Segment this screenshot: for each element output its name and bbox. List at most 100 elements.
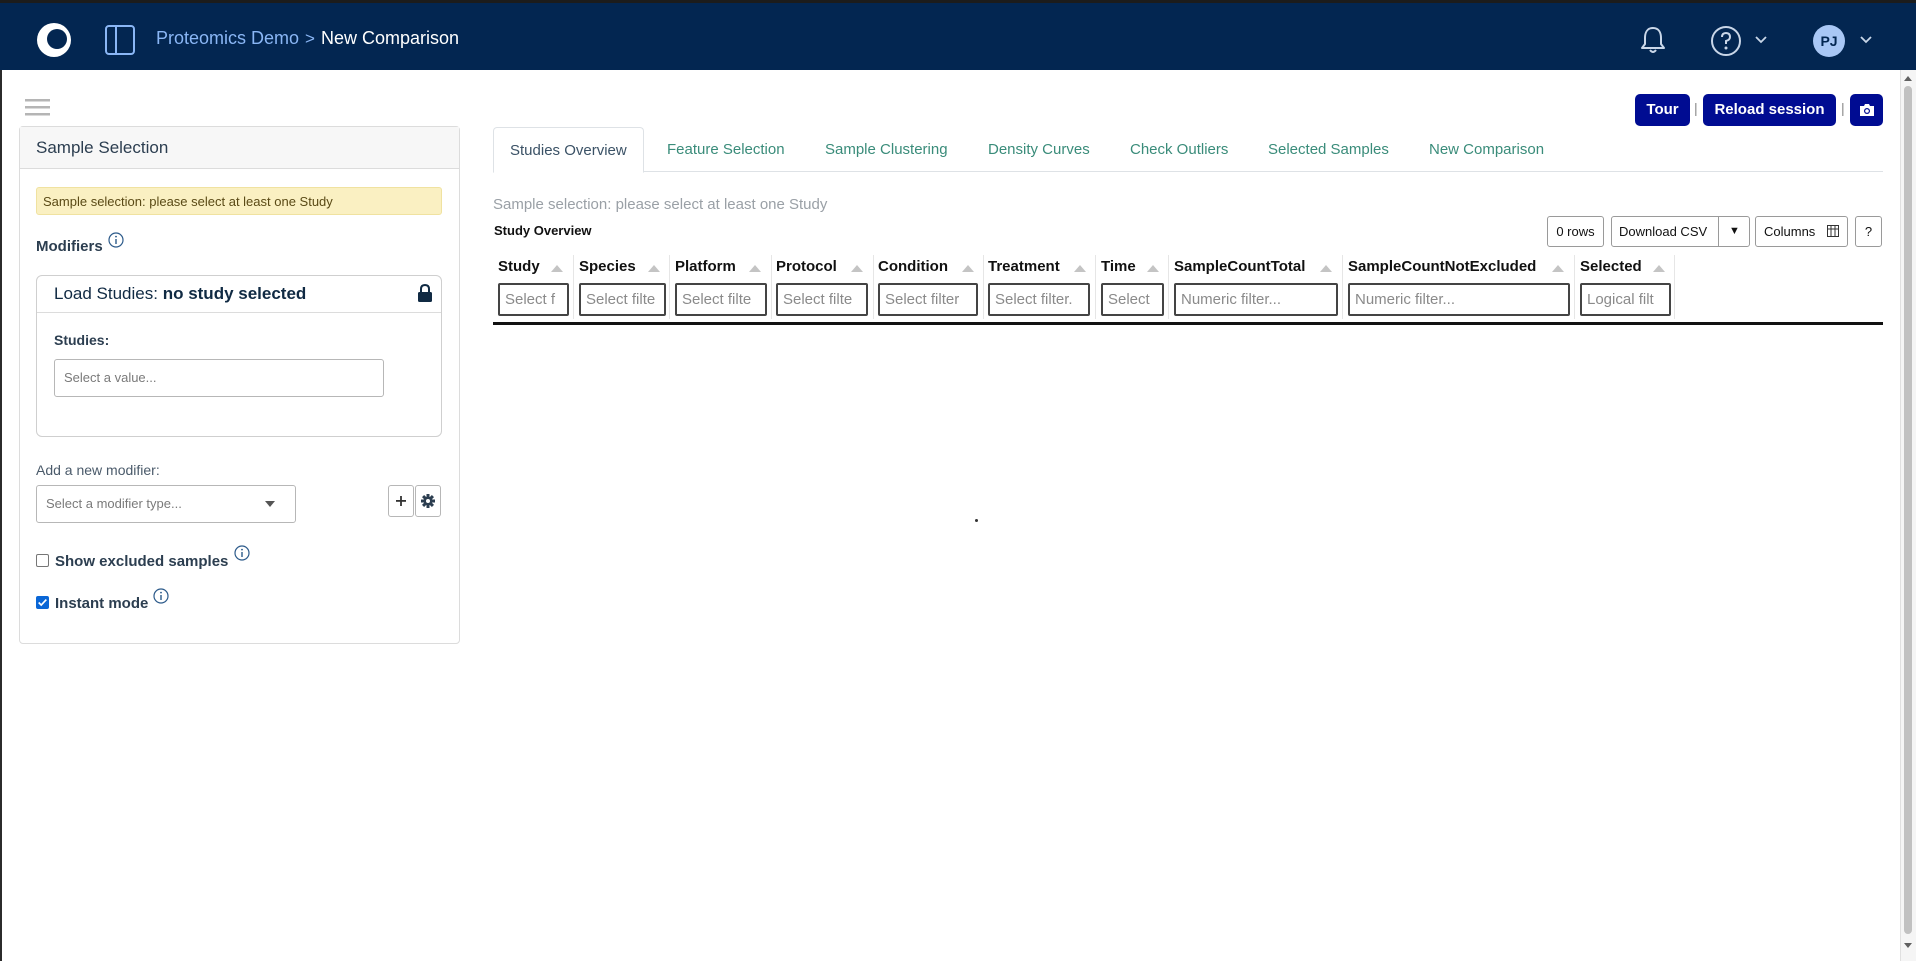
hamburger-menu-icon[interactable] <box>25 98 50 116</box>
separator-pipe: | <box>1841 100 1845 116</box>
table-help-button[interactable]: ? <box>1855 216 1882 247</box>
tab-feature-selection[interactable]: Feature Selection <box>667 127 785 172</box>
tour-button[interactable]: Tour <box>1635 94 1690 126</box>
plus-icon <box>396 496 406 506</box>
tab-check-outliers[interactable]: Check Outliers <box>1130 127 1228 172</box>
breadcrumb-project-link[interactable]: Proteomics Demo <box>156 28 299 48</box>
filter-input-samplecountnotexcluded[interactable]: Numeric filter... <box>1348 283 1570 316</box>
tab-sample-clustering[interactable]: Sample Clustering <box>825 127 948 172</box>
table-title: Study Overview <box>494 223 592 238</box>
column-header-treatment[interactable]: Treatment <box>988 258 1060 275</box>
warning-alert: Sample selection: please select at least… <box>36 187 442 215</box>
sort-arrow-icon[interactable] <box>962 265 974 272</box>
filter-input-condition[interactable]: Select filter <box>878 283 978 316</box>
filter-input-platform[interactable]: Select filte <box>675 283 767 316</box>
filter-input-protocol[interactable]: Select filte <box>776 283 868 316</box>
filter-input-study[interactable]: Select f <box>498 283 569 316</box>
rows-count-button[interactable]: 0 rows <box>1547 216 1604 247</box>
info-icon[interactable] <box>234 545 250 561</box>
column-header-species[interactable]: Species <box>579 258 636 275</box>
load-studies-card: Load Studies: no study selected Studies:… <box>36 275 442 437</box>
modifier-type-select[interactable]: Select a modifier type... <box>36 485 296 523</box>
column-divider <box>1342 255 1343 319</box>
sort-arrow-icon[interactable] <box>851 265 863 272</box>
load-studies-title: Load Studies: <box>54 284 158 303</box>
filter-input-species[interactable]: Select filte <box>579 283 666 316</box>
scrollbar-thumb[interactable] <box>1904 86 1912 934</box>
app-logo-icon[interactable] <box>36 22 72 58</box>
table-bottom-border <box>493 322 1883 325</box>
chevron-down-icon[interactable] <box>1859 33 1873 47</box>
column-divider <box>573 255 574 319</box>
sort-arrow-icon[interactable] <box>648 265 660 272</box>
filter-input-selected[interactable]: Logical filt <box>1580 283 1671 316</box>
user-avatar[interactable]: PJ <box>1813 25 1845 57</box>
column-header-platform[interactable]: Platform <box>675 258 736 275</box>
column-header-samplecountnotexcluded[interactable]: SampleCountNotExcluded <box>1348 258 1536 275</box>
sort-arrow-icon[interactable] <box>1320 265 1332 272</box>
instant-mode-checkbox[interactable] <box>36 596 49 609</box>
column-header-study[interactable]: Study <box>498 258 540 275</box>
tab-selected-samples[interactable]: Selected Samples <box>1268 127 1389 172</box>
filter-input-treatment[interactable]: Select filter. <box>988 283 1090 316</box>
sort-arrow-icon[interactable] <box>1147 265 1159 272</box>
sort-arrow-icon[interactable] <box>749 265 761 272</box>
sort-arrow-icon[interactable] <box>551 265 563 272</box>
modifier-settings-button[interactable] <box>415 485 441 517</box>
top-navbar: Proteomics Demo > New Comparison PJ <box>0 0 1916 70</box>
add-modifier-button[interactable] <box>388 485 414 517</box>
filter-input-samplecounttotal[interactable]: Numeric filter... <box>1174 283 1338 316</box>
button-divider <box>1718 216 1719 247</box>
show-excluded-checkbox[interactable] <box>36 554 49 567</box>
sidebar-toggle-icon[interactable] <box>104 24 136 56</box>
sort-arrow-icon[interactable] <box>1074 265 1086 272</box>
column-header-samplecounttotal[interactable]: SampleCountTotal <box>1174 258 1305 275</box>
column-divider <box>983 255 984 319</box>
filter-input-time[interactable]: Select <box>1101 283 1164 316</box>
breadcrumb-separator: > <box>305 29 315 48</box>
screenshot-button[interactable] <box>1850 94 1883 126</box>
column-header-selected[interactable]: Selected <box>1580 258 1642 275</box>
caret-down-icon <box>265 501 275 507</box>
column-divider <box>1168 255 1169 319</box>
column-divider <box>873 255 874 319</box>
sample-selection-panel: Sample Selection Sample selection: pleas… <box>19 126 460 644</box>
scroll-down-arrow-icon[interactable] <box>1903 942 1913 950</box>
panel-title: Sample Selection <box>20 127 459 169</box>
add-modifier-label: Add a new modifier: <box>36 462 160 478</box>
info-icon[interactable] <box>153 588 169 604</box>
scroll-up-arrow-icon[interactable] <box>1903 74 1913 82</box>
reload-session-button[interactable]: Reload session <box>1703 94 1836 126</box>
notifications-bell-icon[interactable] <box>1638 24 1668 56</box>
column-header-protocol[interactable]: Protocol <box>776 258 837 275</box>
column-divider <box>771 255 772 319</box>
studies-select-input[interactable]: Select a value... <box>54 359 384 397</box>
studies-label: Studies: <box>54 332 110 348</box>
sort-arrow-icon[interactable] <box>1653 265 1665 272</box>
tab-density-curves[interactable]: Density Curves <box>988 127 1090 172</box>
breadcrumb: Proteomics Demo > New Comparison <box>156 28 459 49</box>
load-studies-header: Load Studies: no study selected <box>37 276 441 313</box>
tab-studies-overview[interactable]: Studies Overview <box>493 127 644 173</box>
sort-arrow-icon[interactable] <box>1552 265 1564 272</box>
separator-pipe: | <box>1694 100 1698 116</box>
breadcrumb-current-page: New Comparison <box>320 28 460 48</box>
chevron-down-icon[interactable] <box>1754 33 1768 47</box>
instant-mode-label: Instant mode <box>55 595 149 612</box>
column-header-time[interactable]: Time <box>1101 258 1136 275</box>
main-tabs: Studies Overview Feature Selection Sampl… <box>493 127 1883 173</box>
load-studies-status: no study selected <box>162 284 307 303</box>
show-excluded-label: Show excluded samples <box>55 553 229 570</box>
info-icon[interactable] <box>108 232 124 248</box>
column-divider <box>669 255 670 319</box>
download-options-caret[interactable]: ▼ <box>1729 216 1740 247</box>
selection-hint-text: Sample selection: please select at least… <box>493 196 828 213</box>
checkmark-icon <box>38 598 47 607</box>
loading-indicator <box>975 519 978 522</box>
column-divider <box>1095 255 1096 319</box>
column-divider <box>1574 255 1575 319</box>
tab-new-comparison[interactable]: New Comparison <box>1429 127 1544 172</box>
help-question-icon[interactable] <box>1710 25 1742 57</box>
column-header-condition[interactable]: Condition <box>878 258 948 275</box>
lock-icon[interactable] <box>417 284 433 302</box>
